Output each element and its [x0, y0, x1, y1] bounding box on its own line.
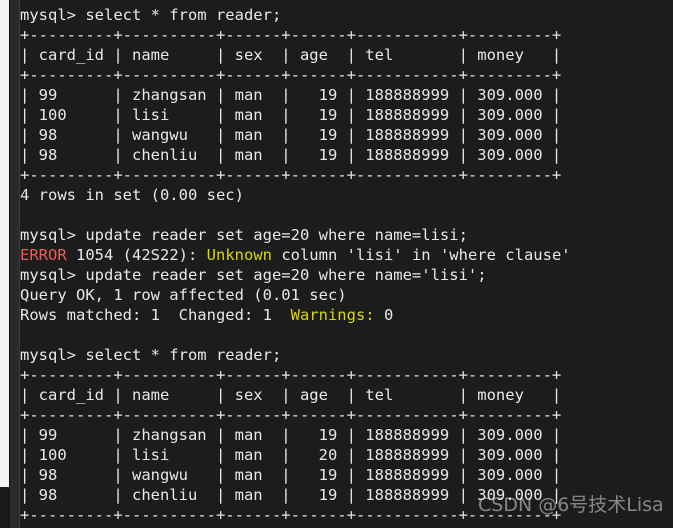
terminal-text-segment: +---------+----------+------+------+----…	[20, 66, 562, 84]
terminal-text-segment: +---------+----------+------+------+----…	[20, 406, 562, 424]
terminal-text-segment: 0	[374, 306, 394, 324]
terminal-line: +---------+----------+------+------+----…	[20, 65, 673, 85]
terminal-text-segment: | 100 | lisi | man | 20 | 188888999 | 30…	[20, 446, 562, 464]
terminal-text-segment: +---------+----------+------+------+----…	[20, 166, 562, 184]
terminal-line: mysql> select * from reader;	[20, 5, 673, 25]
terminal-text-segment: | card_id | name | sex | age | tel | mon…	[20, 46, 562, 64]
terminal-text-segment: | 98 | wangwu | man | 19 | 188888999 | 3…	[20, 466, 562, 484]
terminal-text-segment: column 'lisi' in 'where clause'	[271, 246, 571, 264]
terminal-text-segment: Rows matched: 1 Changed: 1	[20, 306, 291, 324]
terminal-line: | 100 | lisi | man | 19 | 188888999 | 30…	[20, 105, 673, 125]
terminal-output[interactable]: mysql> select * from reader; +---------+-…	[19, 0, 673, 528]
terminal-line: | 98 | chenliu | man | 19 | 188888999 | …	[20, 145, 673, 165]
terminal-line: | 99 | zhangsan | man | 19 | 188888999 |…	[20, 85, 673, 105]
terminal-line: mysql> select * from reader;	[20, 345, 673, 365]
terminal-text-segment: 4 rows in set (0.00 sec)	[20, 186, 244, 204]
terminal-line: | 100 | lisi | man | 20 | 188888999 | 30…	[20, 445, 673, 465]
terminal-text-segment: | 98 | chenliu | man | 19 | 188888999 | …	[20, 486, 562, 504]
terminal-text-segment: mysql> select * from reader;	[20, 346, 282, 364]
terminal-text-segment: mysql> select * from reader;	[20, 6, 282, 24]
terminal-text-segment: | 100 | lisi | man | 19 | 188888999 | 30…	[20, 106, 562, 124]
terminal-text-segment: +---------+----------+------+------+----…	[20, 366, 562, 384]
terminal-window: mysql> select * from reader; +---------+-…	[0, 0, 673, 528]
terminal-line: +---------+----------+------+------+----…	[20, 405, 673, 425]
terminal-line: +---------+----------+------+------+----…	[20, 505, 673, 525]
terminal-line: +---------+----------+------+------+----…	[20, 365, 673, 385]
terminal-line: mysql> update reader set age=20 where na…	[20, 265, 673, 285]
terminal-text-segment: | 98 | chenliu | man | 19 | 188888999 | …	[20, 146, 562, 164]
terminal-text-segment: Query OK, 1 row affected (0.01 sec)	[20, 286, 347, 304]
terminal-text-segment: mysql> update reader set age=20 where na…	[20, 266, 487, 284]
terminal-text-segment: ERROR	[20, 246, 67, 264]
terminal-text-segment: +---------+----------+------+------+----…	[20, 506, 562, 524]
terminal-line: Rows matched: 1 Changed: 1 Warnings: 0	[20, 305, 673, 325]
terminal-text-segment: | 98 | wangwu | man | 19 | 188888999 | 3…	[20, 126, 562, 144]
terminal-line	[20, 205, 673, 225]
terminal-text-segment: | 99 | zhangsan | man | 19 | 188888999 |…	[20, 426, 562, 444]
terminal-line	[20, 325, 673, 345]
terminal-line: +---------+----------+------+------+----…	[20, 165, 673, 185]
terminal-line: Query OK, 1 row affected (0.01 sec)	[20, 285, 673, 305]
terminal-text-segment: mysql> update reader set age=20 where na…	[20, 226, 468, 244]
scrollbar-thumb[interactable]	[0, 0, 9, 487]
terminal-line: ERROR 1054 (42S22): Unknown column 'lisi…	[20, 245, 673, 265]
terminal-line: | 99 | zhangsan | man | 19 | 188888999 |…	[20, 425, 673, 445]
terminal-text-segment: 1054 (42S22):	[66, 246, 207, 264]
terminal-line: | 98 | wangwu | man | 19 | 188888999 | 3…	[20, 125, 673, 145]
terminal-line: +---------+----------+------+------+----…	[20, 25, 673, 45]
terminal-line: | 98 | wangwu | man | 19 | 188888999 | 3…	[20, 465, 673, 485]
vertical-scrollbar[interactable]	[0, 0, 9, 528]
terminal-text-segment: Unknown	[206, 246, 272, 264]
terminal-line: | 98 | chenliu | man | 19 | 188888999 | …	[20, 485, 673, 505]
terminal-text-segment: +---------+----------+------+------+----…	[20, 26, 562, 44]
terminal-text-segment: Warnings:	[290, 306, 375, 324]
terminal-text-segment: | 99 | zhangsan | man | 19 | 188888999 |…	[20, 86, 562, 104]
terminal-line: mysql> update reader set age=20 where na…	[20, 225, 673, 245]
terminal-text-segment: | card_id | name | sex | age | tel | mon…	[20, 386, 562, 404]
terminal-line: | card_id | name | sex | age | tel | mon…	[20, 385, 673, 405]
terminal-line: | card_id | name | sex | age | tel | mon…	[20, 45, 673, 65]
terminal-line: 4 rows in set (0.00 sec)	[20, 185, 673, 205]
